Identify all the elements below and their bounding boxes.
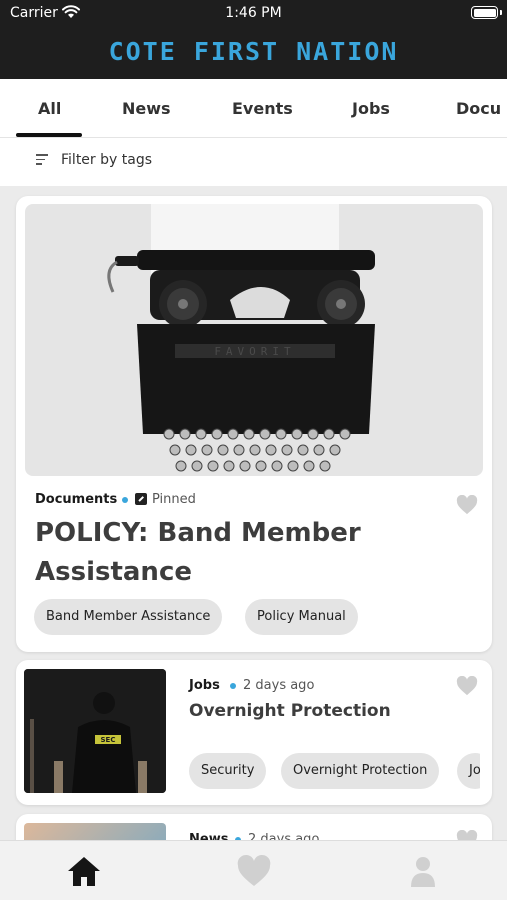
card-meta: Pinned bbox=[152, 492, 196, 507]
bottom-nav bbox=[0, 840, 507, 900]
tag-list: Security Overnight Protection Jo bbox=[189, 753, 480, 791]
card-title: Overnight Protection bbox=[189, 701, 391, 721]
home-icon[interactable] bbox=[65, 854, 103, 888]
tag-chip[interactable]: Security bbox=[189, 753, 267, 789]
svg-text:SEC: SEC bbox=[101, 736, 116, 744]
tag-chip[interactable]: Band Member Assistance bbox=[34, 599, 223, 635]
active-tab-indicator bbox=[16, 133, 82, 137]
feed-card-job[interactable]: SEC Jobs 2 days ago Overnight Protection… bbox=[16, 660, 492, 805]
favorite-heart-icon[interactable] bbox=[456, 676, 478, 696]
filter-bar[interactable]: Filter by tags bbox=[0, 138, 507, 186]
battery-icon bbox=[471, 6, 498, 19]
svg-text:FAVORIT: FAVORIT bbox=[214, 345, 295, 358]
tab-events[interactable]: Events bbox=[232, 99, 293, 118]
app-header: Carrier 1:46 PM COTE FIRST NATION bbox=[0, 0, 507, 79]
card-category: Documents bbox=[35, 492, 118, 507]
tag-chip[interactable]: Overnight Protection bbox=[281, 753, 440, 789]
typewriter-image: FAVORIT bbox=[25, 204, 483, 476]
pin-icon bbox=[135, 493, 147, 505]
filter-label: Filter by tags bbox=[61, 152, 152, 168]
filter-icon bbox=[36, 154, 50, 168]
feed-card-featured[interactable]: FAVORIT Documents Pinned POLICY: Band Me… bbox=[16, 196, 492, 652]
tab-news[interactable]: News bbox=[122, 99, 171, 118]
profile-icon[interactable] bbox=[404, 854, 442, 888]
tab-documents[interactable]: Docu bbox=[456, 99, 501, 118]
meta-separator-dot bbox=[230, 683, 236, 689]
card-title: POLICY: Band Member Assistance bbox=[35, 518, 361, 587]
tab-jobs[interactable]: Jobs bbox=[352, 99, 390, 118]
meta-separator-dot bbox=[122, 497, 128, 503]
category-tabs: All News Events Jobs Docu bbox=[0, 79, 507, 138]
favorites-heart-icon[interactable] bbox=[235, 854, 273, 888]
card-meta: 2 days ago bbox=[243, 678, 315, 693]
tag-chip[interactable]: Jo bbox=[457, 753, 480, 789]
security-guard-image: SEC bbox=[24, 669, 166, 793]
app-title: COTE FIRST NATION bbox=[108, 37, 399, 66]
status-time: 1:46 PM bbox=[225, 5, 282, 21]
favorite-heart-icon[interactable] bbox=[456, 495, 478, 515]
card-category: Jobs bbox=[189, 678, 220, 693]
tab-all[interactable]: All bbox=[38, 99, 61, 118]
tag-chip[interactable]: Policy Manual bbox=[245, 599, 358, 635]
status-bar: Carrier 1:46 PM bbox=[0, 0, 507, 28]
